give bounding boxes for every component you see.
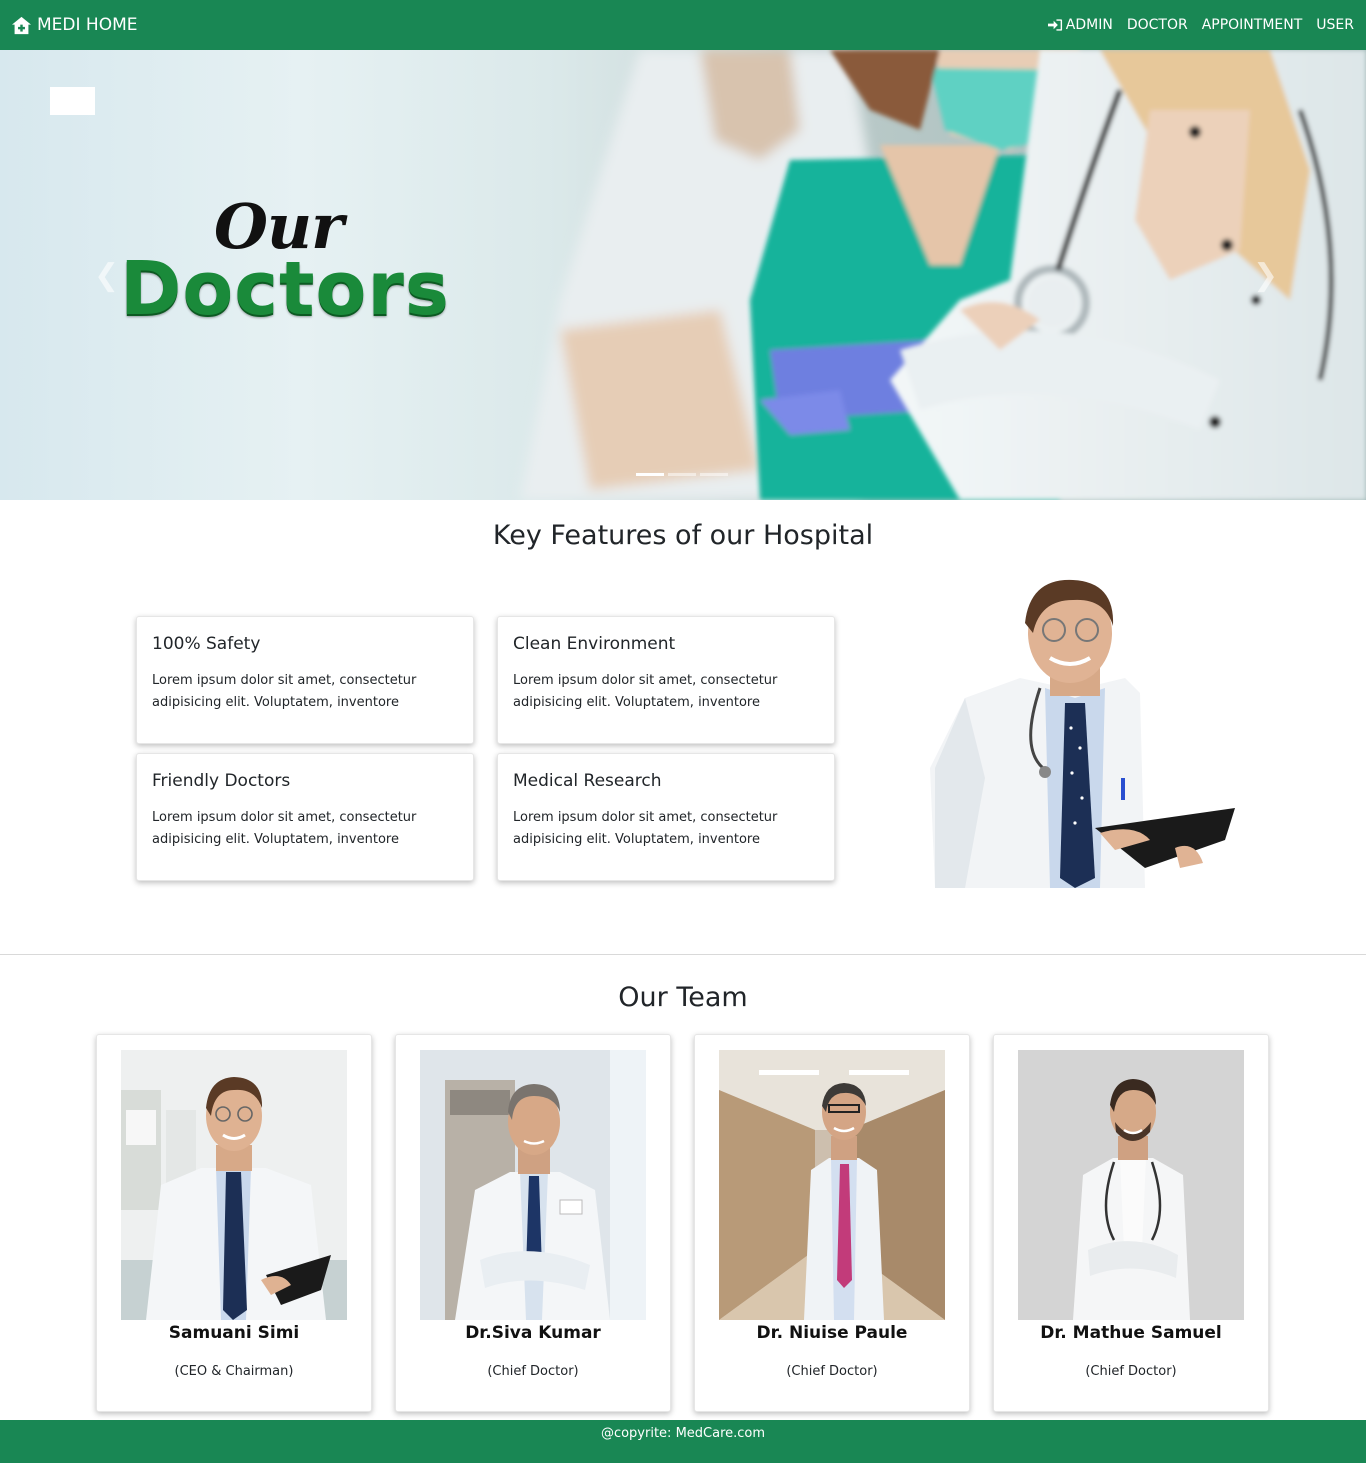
feature-text: Lorem ipsum dolor sit amet, consectetur … bbox=[513, 673, 778, 710]
team-card: Dr. Niuise Paule (Chief Doctor) bbox=[694, 1034, 970, 1412]
nav-appointment-link[interactable]: APPOINTMENT bbox=[1202, 17, 1303, 33]
team-member-role: (Chief Doctor) bbox=[1085, 1364, 1177, 1379]
home-plus-icon bbox=[12, 16, 31, 34]
team-member-photo bbox=[719, 1050, 945, 1320]
brand-link[interactable]: MEDI HOME bbox=[11, 15, 138, 35]
team-member-name: Dr.Siva Kumar bbox=[465, 1323, 601, 1343]
section-divider bbox=[0, 954, 1366, 955]
nav-user-link[interactable]: USER bbox=[1316, 17, 1354, 33]
navbar: MEDI HOME ADMIN DOCTOR APPOINTMENT USER bbox=[0, 0, 1366, 50]
hero-title-line2: Doctors bbox=[120, 246, 450, 332]
footer: @copyrite: MedCare.com bbox=[0, 1420, 1366, 1463]
hero-badge bbox=[50, 87, 95, 115]
nav-admin-link[interactable]: ADMIN bbox=[1047, 17, 1113, 33]
hero-carousel: Our Doctors ❮ ❯ bbox=[0, 50, 1366, 500]
team-member-name: Dr. Mathue Samuel bbox=[1040, 1323, 1222, 1343]
carousel-indicator-1[interactable] bbox=[636, 473, 664, 476]
footer-copyright: @copyrite: MedCare.com bbox=[600, 1426, 766, 1441]
feature-text: Lorem ipsum dolor sit amet, consectetur … bbox=[152, 810, 417, 847]
feature-card: 100% Safety Lorem ipsum dolor sit amet, … bbox=[136, 616, 474, 744]
team-member-photo bbox=[1018, 1050, 1244, 1320]
login-icon bbox=[1047, 19, 1062, 31]
team-member-role: (Chief Doctor) bbox=[487, 1364, 579, 1379]
team-member-role: (CEO & Chairman) bbox=[174, 1364, 294, 1379]
feature-title: Clean Environment bbox=[513, 634, 676, 654]
carousel-indicator-3[interactable] bbox=[700, 473, 728, 476]
feature-title: Medical Research bbox=[513, 771, 662, 791]
nav-admin-label: ADMIN bbox=[1065, 17, 1113, 33]
carousel-indicators bbox=[636, 473, 732, 476]
team-card: Dr.Siva Kumar (Chief Doctor) bbox=[395, 1034, 671, 1412]
feature-text: Lorem ipsum dolor sit amet, consectetur … bbox=[513, 810, 778, 847]
nav-doctor-link[interactable]: DOCTOR bbox=[1127, 17, 1188, 33]
feature-card: Friendly Doctors Lorem ipsum dolor sit a… bbox=[136, 753, 474, 881]
features-title: Key Features of our Hospital bbox=[492, 520, 874, 551]
feature-text: Lorem ipsum dolor sit amet, consectetur … bbox=[152, 673, 417, 710]
team-card: Samuani Simi (CEO & Chairman) bbox=[96, 1034, 372, 1412]
hero-title: Our Doctors bbox=[120, 196, 450, 332]
team-title: Our Team bbox=[618, 982, 748, 1013]
team-member-name: Samuani Simi bbox=[168, 1323, 300, 1343]
feature-title: 100% Safety bbox=[152, 634, 261, 654]
team-member-name: Dr. Niuise Paule bbox=[756, 1323, 908, 1343]
team-member-photo bbox=[420, 1050, 646, 1320]
chevron-right-icon[interactable]: ❯ bbox=[1253, 258, 1278, 293]
feature-card: Clean Environment Lorem ipsum dolor sit … bbox=[497, 616, 835, 744]
team-card: Dr. Mathue Samuel (Chief Doctor) bbox=[993, 1034, 1269, 1412]
featured-doctor-image bbox=[930, 579, 1235, 888]
carousel-indicator-2[interactable] bbox=[668, 473, 696, 476]
chevron-left-icon[interactable]: ❮ bbox=[94, 258, 119, 293]
feature-title: Friendly Doctors bbox=[152, 771, 291, 791]
team-member-role: (Chief Doctor) bbox=[786, 1364, 878, 1379]
brand-label: MEDI HOME bbox=[37, 15, 138, 35]
feature-card: Medical Research Lorem ipsum dolor sit a… bbox=[497, 753, 835, 881]
team-member-photo bbox=[121, 1050, 347, 1320]
nav-links: ADMIN DOCTOR APPOINTMENT USER bbox=[1034, 17, 1354, 33]
